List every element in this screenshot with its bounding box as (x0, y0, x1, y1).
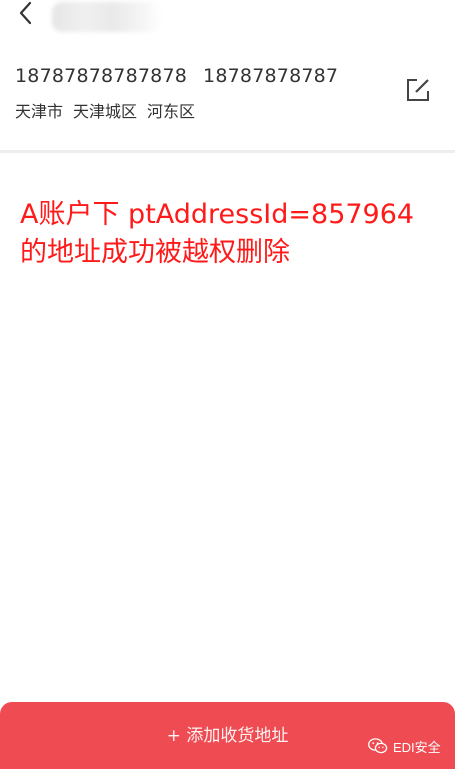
top-bar (0, 0, 455, 38)
blurred-page-title (52, 2, 162, 32)
region-line: 天津市 天津城区 河东区 (15, 98, 195, 122)
back-button[interactable] (12, 0, 40, 28)
contact-line: 18787878787878 18787878787 (15, 65, 338, 87)
phone-primary: 18787878787878 (15, 65, 188, 87)
annotation-line-2: 的地址成功被越权删除 (20, 237, 290, 268)
city-text: 天津城区 (73, 102, 138, 121)
district-text: 河东区 (147, 102, 196, 121)
address-list-page: 18787878787878 18787878787 天津市 天津城区 河东区 A账户… (0, 0, 455, 769)
chevron-left-icon (19, 1, 32, 25)
section-divider (0, 150, 455, 153)
watermark-text: EDI安全 (393, 739, 441, 755)
wechat-icon (368, 738, 388, 754)
edit-address-button[interactable] (404, 76, 432, 104)
address-card[interactable]: 18787878787878 18787878787 天津市 天津城区 河东区 (0, 56, 455, 150)
watermark: EDI安全 (368, 735, 441, 757)
province-text: 天津市 (15, 102, 64, 121)
annotation-line-1: A账户下 ptAddressId=857964 (20, 199, 415, 230)
annotation-text: A账户下 ptAddressId=857964 的地址成功被越权删除 (20, 196, 450, 272)
phone-secondary: 18787878787 (203, 65, 339, 87)
edit-icon (407, 79, 429, 101)
